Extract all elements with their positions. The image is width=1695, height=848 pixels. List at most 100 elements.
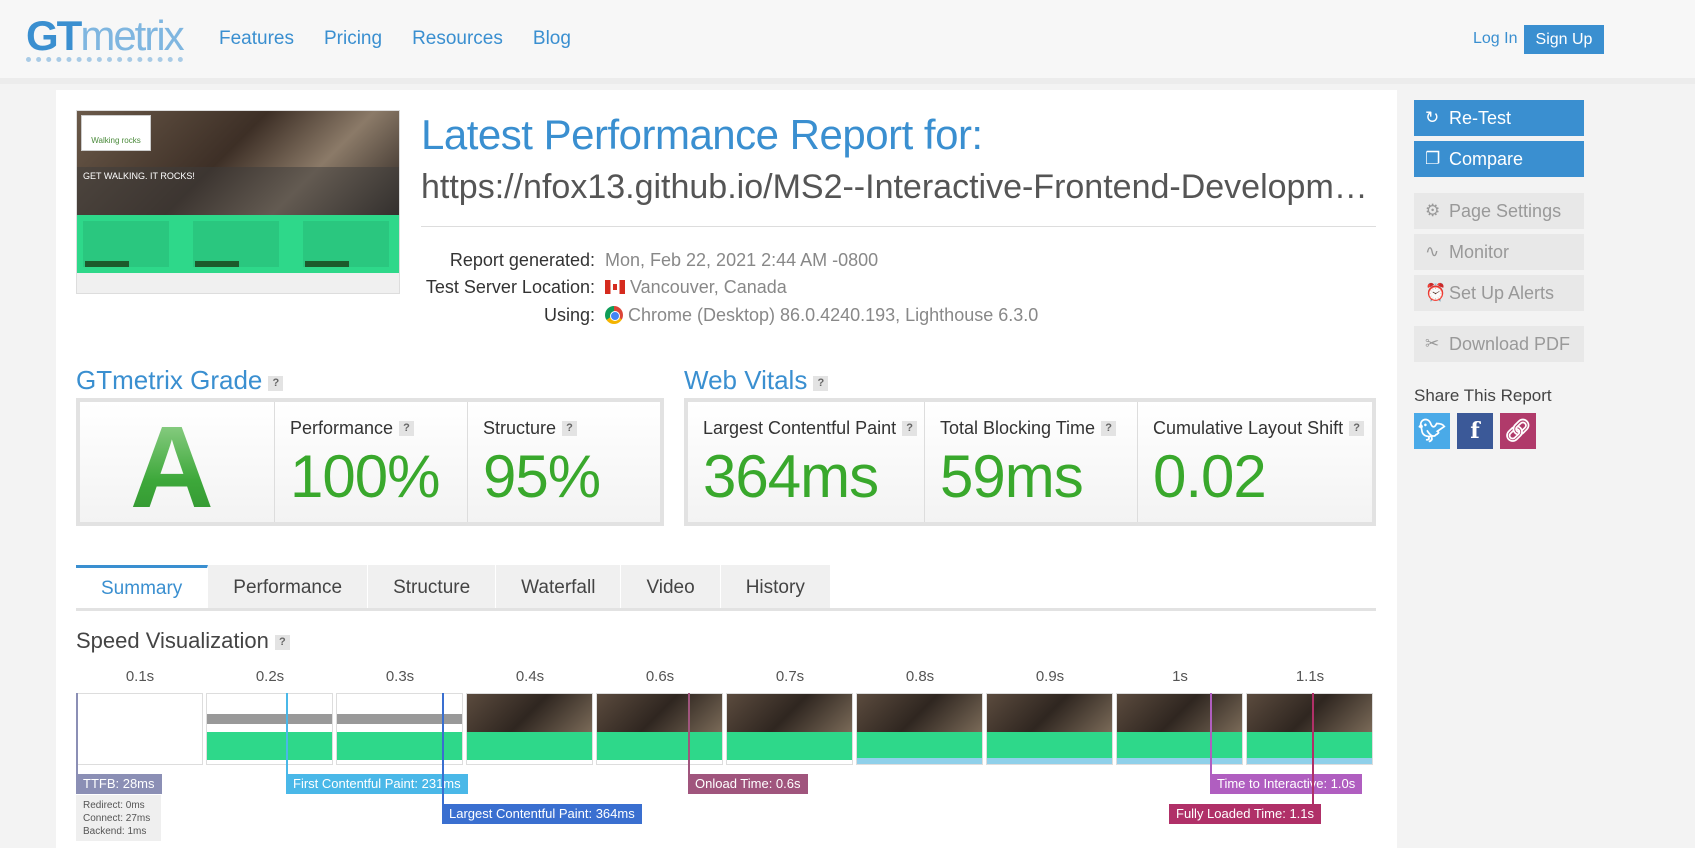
twitter-share-icon[interactable]: 🐦︎ [1414, 413, 1450, 449]
timeline-time-label: 0.7s [775, 668, 805, 685]
pdf-icon: ✂ [1425, 334, 1440, 353]
compare-button[interactable]: ❐ Compare [1414, 141, 1584, 177]
monitor-button[interactable]: ∿ Monitor [1414, 234, 1584, 270]
share-heading: Share This Report [1414, 386, 1552, 405]
compare-icon: ❐ [1425, 149, 1441, 168]
onload-marker-line [688, 693, 690, 774]
timeline-time-label: 0.2s [255, 668, 285, 685]
help-icon[interactable]: ? [399, 421, 415, 436]
refresh-icon: ↻ [1425, 108, 1440, 127]
setup-alerts-button[interactable]: ⏰ Set Up Alerts [1414, 275, 1584, 311]
ttfb-marker-line [76, 693, 78, 774]
timeline-time-label: 0.1s [125, 668, 155, 685]
pulse-icon: ∿ [1425, 242, 1440, 261]
download-pdf-button[interactable]: ✂ Download PDF [1414, 326, 1584, 362]
tab-performance[interactable]: Performance [208, 565, 369, 610]
tab-history[interactable]: History [720, 565, 831, 610]
main-nav: Features Pricing Resources Blog [219, 28, 571, 50]
filmstrip-frame[interactable] [856, 693, 983, 765]
web-vitals-box: Largest Contentful Paint? 364ms Total Bl… [684, 398, 1376, 526]
fully-loaded-marker-line [1312, 693, 1314, 804]
help-icon[interactable]: ? [813, 376, 829, 391]
canada-flag-icon [605, 280, 625, 294]
alarm-clock-icon: ⏰ [1425, 283, 1447, 302]
gtmetrix-logo[interactable]: GTmetrix [26, 12, 185, 62]
fcp-marker-line [286, 693, 288, 774]
screenshot-site-logo: Walking rocks [81, 115, 151, 151]
signup-button[interactable]: Sign Up [1524, 25, 1604, 54]
divider [421, 226, 1376, 227]
timeline-time-label: 0.9s [1035, 668, 1065, 685]
help-icon[interactable]: ? [902, 421, 918, 436]
ttfb-marker-label: TTFB: 28ms [76, 774, 162, 794]
facebook-share-icon[interactable]: f [1457, 413, 1493, 449]
speed-visualization-heading: Speed Visualization? [76, 628, 290, 654]
tti-marker-label: Time to Interactive: 1.0s [1210, 774, 1363, 794]
grade-letter: A [130, 402, 214, 532]
tti-marker-line [1210, 693, 1212, 774]
filmstrip-frame[interactable] [76, 693, 203, 765]
lcp-value: 364ms [703, 443, 879, 510]
tab-waterfall[interactable]: Waterfall [496, 565, 622, 610]
lcp-marker-label: Largest Contentful Paint: 364ms [442, 804, 642, 824]
tbt-value: 59ms [940, 443, 1084, 510]
performance-cell: Performance? 100% [274, 402, 467, 522]
lcp-marker-line [442, 693, 444, 804]
chrome-icon [605, 306, 623, 324]
help-icon[interactable]: ? [268, 376, 284, 391]
screenshot-button [195, 261, 239, 267]
filmstrip-frame[interactable] [206, 693, 333, 765]
filmstrip-frame[interactable] [726, 693, 853, 765]
filmstrip-frame[interactable] [466, 693, 593, 765]
link-share-icon[interactable]: 🔗︎ [1500, 413, 1536, 449]
page-screenshot[interactable]: Walking rocks GET WALKING. IT ROCKS! [76, 110, 400, 294]
nav-features-link[interactable]: Features [219, 28, 294, 50]
cls-cell: Cumulative Layout Shift? 0.02 [1137, 402, 1372, 522]
tbt-cell: Total Blocking Time? 59ms [924, 402, 1137, 522]
gear-icon: ⚙ [1425, 201, 1441, 220]
nav-blog-link[interactable]: Blog [533, 28, 571, 50]
help-icon[interactable]: ? [1101, 421, 1117, 436]
lcp-cell: Largest Contentful Paint? 364ms [688, 402, 924, 522]
report-tabs: Summary Performance Structure Waterfall … [76, 565, 831, 610]
server-location-row: Test Server Location: Vancouver, Canada [425, 277, 787, 297]
tab-structure[interactable]: Structure [368, 565, 497, 610]
retest-button[interactable]: ↻ Re-Test [1414, 100, 1584, 136]
filmstrip-frame[interactable] [596, 693, 723, 765]
timeline-time-label: 0.8s [905, 668, 935, 685]
timeline-time-label: 0.3s [385, 668, 415, 685]
timeline-time-label: 0.4s [515, 668, 545, 685]
filmstrip-frame[interactable] [986, 693, 1113, 765]
nav-resources-link[interactable]: Resources [412, 28, 503, 50]
performance-value: 100% [290, 443, 440, 510]
grade-heading: GTmetrix Grade? [76, 365, 284, 396]
fully-loaded-marker-label: Fully Loaded Time: 1.1s [1169, 804, 1322, 824]
tab-video[interactable]: Video [621, 565, 721, 610]
web-vitals-heading: Web Vitals? [684, 365, 829, 396]
login-link[interactable]: Log In [1473, 30, 1517, 48]
filmstrip-frame[interactable] [1246, 693, 1373, 765]
screenshot-headline: GET WALKING. IT ROCKS! [83, 171, 195, 181]
tab-summary[interactable]: Summary [76, 565, 209, 610]
screenshot-button [305, 261, 349, 267]
onload-marker-label: Onload Time: 0.6s [688, 774, 808, 794]
grade-box: A Performance? 100% Structure? 95% [76, 398, 664, 532]
help-icon[interactable]: ? [1349, 421, 1365, 436]
filmstrip-frame[interactable] [1116, 693, 1243, 765]
report-title: Latest Performance Report for: [421, 111, 983, 158]
timeline-time-label: 1.1s [1295, 668, 1325, 685]
top-header: GTmetrix Features Pricing Resources Blog… [0, 0, 1695, 84]
browser-row: Using: Chrome (Desktop) 86.0.4240.193, L… [543, 305, 1039, 325]
nav-pricing-link[interactable]: Pricing [324, 28, 382, 50]
ttfb-details: Redirect: 0ms Connect: 27ms Backend: 1ms [76, 795, 161, 841]
report-generated-row: Report generated: Mon, Feb 22, 2021 2:44… [449, 250, 879, 270]
help-icon[interactable]: ? [274, 635, 290, 650]
cls-value: 0.02 [1153, 443, 1267, 510]
report-url: https://nfox13.github.io/MS2--Interactiv… [421, 168, 1371, 206]
timeline-time-label: 1s [1172, 668, 1188, 685]
structure-cell: Structure? 95% [467, 402, 660, 522]
page-settings-button[interactable]: ⚙ Page Settings [1414, 193, 1584, 229]
structure-value: 95% [483, 443, 601, 510]
help-icon[interactable]: ? [562, 421, 578, 436]
fcp-marker-label: First Contentful Paint: 231ms [286, 774, 468, 794]
